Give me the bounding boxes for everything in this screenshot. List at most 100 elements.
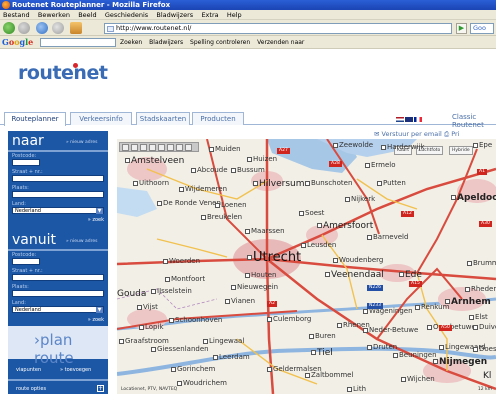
map-zoom-toolbar[interactable] xyxy=(119,142,199,152)
google-spelling-button[interactable]: Spelling controleren xyxy=(190,39,250,46)
zoom-level-icon[interactable] xyxy=(158,144,165,151)
city-label: Huizen xyxy=(247,155,277,163)
zoom-level-icon[interactable] xyxy=(185,144,192,151)
city-label: Epe xyxy=(473,141,492,149)
plan-route-button[interactable]: ›plan route xyxy=(8,326,108,367)
city-label: Rhenen xyxy=(337,321,370,329)
zoom-level-icon[interactable] xyxy=(167,144,174,151)
google-zoeken-button[interactable]: Zoeken xyxy=(120,39,142,46)
city-label: Brummen xyxy=(467,259,496,267)
zoom-out-icon[interactable] xyxy=(131,144,138,151)
menu-bladwijzers[interactable]: Bladwijzers xyxy=(153,10,196,20)
city-label: Hilversum xyxy=(253,179,305,189)
naar-nieuw-adres-link[interactable]: » nieuw adres xyxy=(66,140,98,145)
back-icon[interactable] xyxy=(3,22,15,34)
chevron-down-icon: ▼ xyxy=(96,208,103,214)
vanuit-postcode-input[interactable] xyxy=(12,258,40,265)
google-search-input[interactable] xyxy=(40,38,116,47)
reload-icon[interactable] xyxy=(36,22,48,34)
vanuit-nieuw-adres-link[interactable]: » nieuw adres xyxy=(66,239,98,244)
pan-icon[interactable] xyxy=(140,144,147,151)
road-shield: A12 xyxy=(401,211,414,217)
vanuit-land-select[interactable]: Nederland ▼ xyxy=(12,306,104,313)
search-box[interactable]: Goo xyxy=(470,23,494,34)
road-shield: A50 xyxy=(439,325,452,331)
naar-land-select[interactable]: Nederland ▼ xyxy=(12,207,104,214)
chevron-down-icon: ▼ xyxy=(96,307,103,313)
road-shield: A30 xyxy=(479,221,492,227)
routenet-logo[interactable]: routenet xyxy=(18,62,108,84)
road-shield: A27 xyxy=(277,148,290,154)
naar-zoek-link[interactable]: » zoek xyxy=(88,217,104,223)
tab-routeplanner[interactable]: Routeplanner xyxy=(4,112,66,126)
classic-routenet-link[interactable]: Classic Routenet xyxy=(452,113,496,129)
flag-nl-icon[interactable] xyxy=(396,117,404,122)
city-label: Woerden xyxy=(163,257,200,265)
flag-uk-icon[interactable] xyxy=(405,117,413,122)
email-link[interactable]: Verstuur per email xyxy=(382,130,442,138)
naar-plaats-input[interactable] xyxy=(12,191,104,198)
naar-land-value: Nederland xyxy=(15,208,41,214)
city-label: Putten xyxy=(377,179,406,187)
road-shield: N226 xyxy=(367,285,383,291)
expand-plus-icon[interactable]: + xyxy=(97,385,104,392)
city-label: Zeewolde xyxy=(333,141,373,149)
menu-bestand[interactable]: Bestand xyxy=(0,10,33,20)
road-shield: A15 xyxy=(409,281,422,287)
vanuit-zoek-link[interactable]: » zoek xyxy=(88,317,104,323)
address-bar[interactable]: http://www.routenet.nl/ xyxy=(104,23,452,34)
firefox-icon xyxy=(2,1,10,9)
city-label: De Ronde Venen xyxy=(157,199,221,207)
zoom-level-icon[interactable] xyxy=(149,144,156,151)
city-label: Bussum xyxy=(231,166,265,174)
route-opties-row[interactable]: route opties + xyxy=(8,379,108,394)
plan-route-label: ›plan route xyxy=(34,331,74,367)
naar-postcode-input[interactable] xyxy=(12,159,40,166)
city-label: Bunschoten xyxy=(305,179,352,187)
city-label: Barneveld xyxy=(367,233,408,241)
map-copyright: Locatienet, PTV, NAVTEQ xyxy=(121,387,178,392)
menu-geschiedenis[interactable]: Geschiedenis xyxy=(102,10,151,20)
stop-icon[interactable] xyxy=(52,22,64,34)
menu-bewerken[interactable]: Bewerken xyxy=(35,10,73,20)
zoom-level-icon[interactable] xyxy=(176,144,183,151)
vanuit-plaats-input[interactable] xyxy=(12,290,104,297)
viapunten-toevoegen-link[interactable]: » toevoegen xyxy=(60,363,91,378)
city-label: IJsselstein xyxy=(151,287,192,295)
print-link[interactable]: Pri xyxy=(451,130,459,138)
flag-fr-icon[interactable] xyxy=(414,117,422,122)
tab-stadskaarten[interactable]: Stadskaarten xyxy=(136,112,190,125)
route-sidebar: naar » nieuw adres Postcode: Straat + nr… xyxy=(8,131,108,394)
city-label: Amstelveen xyxy=(125,156,184,166)
city-label: Maarssen xyxy=(245,227,285,235)
menu-help[interactable]: Help xyxy=(224,10,245,20)
city-label: Leusden xyxy=(301,241,336,249)
menu-beeld[interactable]: Beeld xyxy=(75,10,99,20)
viapunten-label: viapunten xyxy=(16,367,42,373)
tab-producten[interactable]: Producten xyxy=(192,112,244,125)
city-label: Muiden xyxy=(209,145,241,153)
route-map[interactable]: Kaart Luchtfoto Hybride Amstelveen Muide… xyxy=(117,139,496,394)
map-view-hybride-button[interactable]: Hybride xyxy=(449,146,473,155)
city-label: Vijst xyxy=(137,303,158,311)
envelope-icon: ✉ xyxy=(374,130,380,138)
city-label: Zaltbommel xyxy=(305,371,353,379)
map-scale: 12 km xyxy=(477,387,492,392)
tab-verkeersinfo[interactable]: Verkeersinfo xyxy=(70,112,132,125)
city-label: Graafstroom xyxy=(119,337,169,345)
zoom-in-icon[interactable] xyxy=(122,144,129,151)
home-icon[interactable] xyxy=(70,22,82,34)
vanuit-straat-input[interactable] xyxy=(12,274,104,281)
logo-text: routenet xyxy=(18,62,108,84)
google-verzenden-button[interactable]: Verzenden naar xyxy=(257,39,304,46)
forward-icon[interactable] xyxy=(18,22,30,34)
go-button[interactable]: ▶ xyxy=(456,23,467,34)
city-label: Veenendaal xyxy=(325,270,384,280)
logo-dot-icon xyxy=(73,63,78,68)
city-label: Ermelo xyxy=(365,161,396,169)
naar-straat-input[interactable] xyxy=(12,175,104,182)
city-label: Uithoorn xyxy=(133,179,169,187)
city-label: Beuningen xyxy=(393,351,437,359)
google-bladwijzers-button[interactable]: Bladwijzers xyxy=(149,39,183,46)
menu-extra[interactable]: Extra xyxy=(198,10,221,20)
